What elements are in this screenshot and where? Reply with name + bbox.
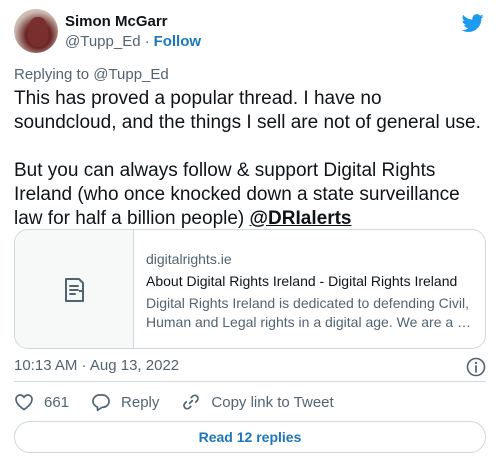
twitter-bird-icon[interactable]	[460, 12, 486, 34]
tweet-paragraph-2: But you can always follow & support Digi…	[14, 159, 484, 231]
link-preview-card[interactable]: digitalrights.ie About Digital Rights Ir…	[14, 229, 486, 349]
speech-bubble-icon	[92, 394, 110, 412]
link-icon	[183, 394, 200, 410]
tweet-paragraph-2-text: But you can always follow & support Digi…	[14, 160, 460, 229]
tweet-timestamp[interactable]: 10:13 AM · Aug 13, 2022	[14, 357, 179, 374]
reply-label: Reply	[121, 393, 160, 411]
heart-icon	[15, 394, 33, 411]
follow-link[interactable]: Follow	[154, 33, 202, 50]
avatar[interactable]	[14, 9, 58, 53]
info-icon[interactable]	[466, 357, 486, 377]
mention-link[interactable]: @DRIalerts	[250, 208, 352, 229]
link-preview-text: digitalrights.ie About Digital Rights Ir…	[146, 250, 474, 332]
handle-separator: ·	[144, 33, 150, 50]
reply-button[interactable]: Reply	[91, 392, 159, 412]
copy-link-button[interactable]: Copy link to Tweet	[181, 392, 334, 412]
divider	[14, 381, 486, 382]
read-replies-button[interactable]: Read 12 replies	[14, 421, 486, 453]
like-count: 661	[44, 393, 70, 411]
link-preview-thumbnail	[15, 230, 134, 348]
like-button[interactable]: 661	[14, 393, 69, 411]
link-description: Digital Rights Ireland is dedicated to d…	[146, 295, 472, 330]
tweet-paragraph-1: This has proved a popular thread. I have…	[14, 88, 481, 133]
copy-link-label: Copy link to Tweet	[211, 393, 334, 411]
author-name[interactable]: Simon McGarr	[65, 13, 168, 30]
author-handle[interactable]: @Tupp_Ed	[65, 33, 141, 50]
document-icon	[65, 278, 84, 302]
tweet-text: This has proved a popular thread. I have…	[14, 87, 484, 231]
avatar-image	[28, 17, 48, 47]
tweet-embed: Simon McGarr @Tupp_Ed · Follow Replying to…	[0, 0, 500, 465]
link-domain: digitalrights.ie	[146, 251, 232, 267]
reply-context: Replying to @Tupp_Ed	[14, 66, 169, 83]
action-bar: 661 Reply Copy link to Tweet	[14, 391, 356, 413]
author-handle-line: @Tupp_Ed · Follow	[65, 33, 201, 50]
link-title: About Digital Rights Ireland - Digital R…	[146, 273, 458, 289]
